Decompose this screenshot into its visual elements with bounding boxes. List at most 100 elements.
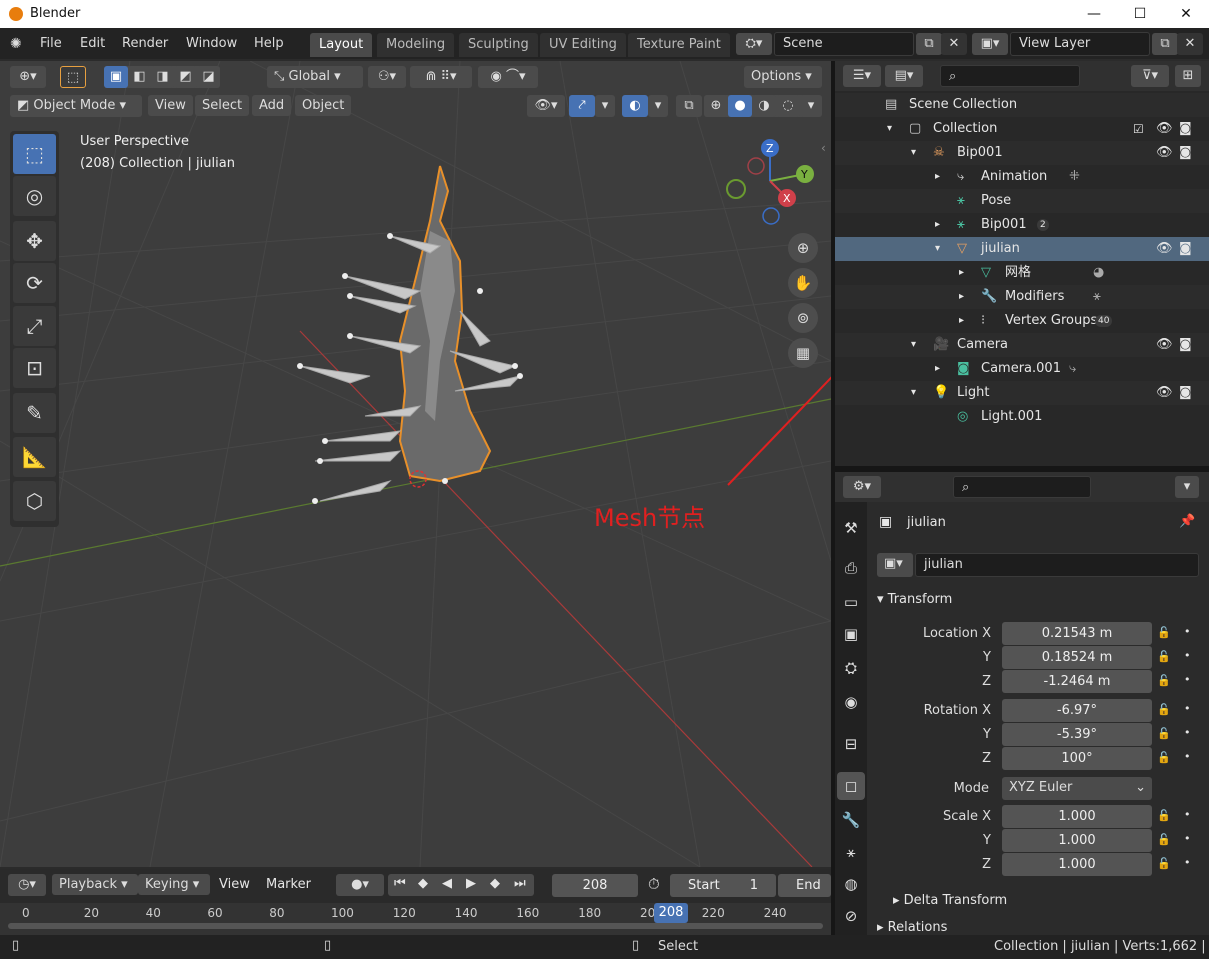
- outliner-row[interactable]: ▸ ⤷ Animation ⁜: [835, 165, 1209, 189]
- properties-search-input[interactable]: ⌕: [953, 476, 1091, 498]
- move-tool-icon[interactable]: ✥: [13, 221, 56, 261]
- rotation-field[interactable]: -5.39°: [1002, 723, 1152, 746]
- object-tab-icon[interactable]: ◻: [837, 772, 865, 800]
- measure-tool-icon[interactable]: 📐: [13, 437, 56, 477]
- menu-select[interactable]: Select: [195, 95, 250, 116]
- scene-name-field[interactable]: Scene: [774, 32, 914, 56]
- lock-icon[interactable]: 🔓: [1157, 674, 1171, 688]
- outliner-row[interactable]: ▸ ◙ Camera.001 ⤷: [835, 357, 1209, 381]
- keyframe-dot-icon[interactable]: •: [1184, 832, 1191, 845]
- jump-start-icon[interactable]: ⏮: [394, 876, 406, 891]
- outliner-row[interactable]: ▾ ▽ jiulian 👁 ◙: [835, 237, 1209, 261]
- timeline-scrollbar[interactable]: [8, 923, 823, 929]
- outliner-row[interactable]: ▾ ▢ Collection ☑ 👁 ◙: [835, 117, 1209, 141]
- lock-icon[interactable]: 🔓: [1157, 857, 1171, 871]
- expand-arrow-icon[interactable]: ▾: [935, 237, 940, 261]
- play-reverse-icon[interactable]: ◀: [442, 876, 452, 891]
- child-data-icon[interactable]: ⚹: [1093, 285, 1101, 309]
- select-box-tool-icon[interactable]: ⬚: [60, 66, 86, 88]
- view-layer-tab-icon[interactable]: ▣: [837, 620, 865, 648]
- object-browse-icon[interactable]: ▣▾: [877, 553, 913, 577]
- wireframe-shading-icon[interactable]: ⊕: [704, 95, 728, 117]
- tab-modeling[interactable]: Modeling: [377, 33, 455, 57]
- eye-icon[interactable]: 👁: [1156, 117, 1173, 141]
- timeline-editor-type-icon[interactable]: ◷▾: [8, 874, 46, 896]
- scene-tab-icon[interactable]: ⛭: [837, 654, 865, 682]
- select-extend-icon[interactable]: ◧: [128, 66, 151, 88]
- menu-timeline-view[interactable]: View: [219, 877, 250, 892]
- rotate-tool-icon[interactable]: ⟳: [13, 263, 56, 303]
- menu-help[interactable]: Help: [254, 36, 284, 51]
- eye-icon[interactable]: 👁: [1156, 141, 1173, 165]
- lock-icon[interactable]: 🔓: [1157, 650, 1171, 664]
- stopwatch-icon[interactable]: ⏱: [648, 875, 660, 893]
- 3d-viewport[interactable]: User Perspective (208) Collection | jiul…: [0, 61, 831, 867]
- menu-keying[interactable]: Keying ▾: [138, 874, 210, 895]
- lock-icon[interactable]: 🔓: [1157, 751, 1171, 765]
- new-scene-icon[interactable]: ⧉: [916, 33, 942, 55]
- expand-arrow-icon[interactable]: ▾: [911, 381, 916, 405]
- tab-layout[interactable]: Layout: [310, 33, 373, 57]
- collapse-arrow-icon[interactable]: ▸: [959, 261, 964, 285]
- rotation-field[interactable]: -6.97°: [1002, 699, 1152, 722]
- gizmo-dropdown-icon[interactable]: ▾: [595, 95, 615, 117]
- collapse-arrow-icon[interactable]: ▸: [935, 357, 940, 381]
- collapse-arrow-icon[interactable]: ▸: [935, 213, 940, 237]
- transform-panel-header[interactable]: ▾ Transform: [877, 592, 1209, 612]
- maximize-button[interactable]: ☐: [1117, 0, 1163, 28]
- exclude-checkbox[interactable]: ☑: [1133, 117, 1144, 141]
- xray-toggle-icon[interactable]: ⧉: [676, 95, 702, 117]
- zoom-icon[interactable]: ⊕: [788, 233, 818, 263]
- prev-keyframe-icon[interactable]: ◆: [418, 876, 428, 891]
- properties-options-icon[interactable]: ▾: [1175, 476, 1199, 498]
- tool-tab-icon[interactable]: ⚒: [837, 514, 865, 542]
- keyframe-dot-icon[interactable]: •: [1184, 808, 1191, 821]
- filter-icon[interactable]: ⊽▾: [1131, 65, 1169, 87]
- annotate-tool-icon[interactable]: ✎: [13, 393, 56, 433]
- keyframe-dot-icon[interactable]: •: [1184, 673, 1191, 686]
- location-field[interactable]: -1.2464 m: [1002, 670, 1152, 693]
- menu-object[interactable]: Object: [295, 95, 352, 116]
- mode-dropdown[interactable]: ◩ Object Mode ▾: [10, 95, 142, 117]
- rotation-field[interactable]: 100°: [1002, 747, 1152, 770]
- material-shading-icon[interactable]: ◑: [752, 95, 776, 117]
- display-mode-icon[interactable]: ▤▾: [885, 65, 923, 87]
- camera-render-icon[interactable]: ◙: [1179, 381, 1192, 405]
- particles-tab-icon[interactable]: ⚹: [837, 838, 865, 866]
- overlay-toggle-icon[interactable]: ◐: [622, 95, 648, 117]
- outliner-row[interactable]: ▸ ▽ 网格 ◕: [835, 261, 1209, 285]
- menu-add[interactable]: Add: [252, 95, 292, 116]
- collapse-arrow-icon[interactable]: ▸: [935, 165, 940, 189]
- outliner-row[interactable]: ▾ 💡 Light 👁 ◙: [835, 381, 1209, 405]
- minimize-button[interactable]: —: [1071, 0, 1117, 28]
- object-name-field[interactable]: jiulian: [915, 553, 1199, 577]
- relations-panel[interactable]: ▸ Relations: [877, 920, 947, 935]
- child-data-icon[interactable]: ⤷: [1069, 357, 1076, 381]
- cursor-tool-icon[interactable]: ◎: [13, 176, 56, 216]
- outliner-row[interactable]: ▾ 🎥 Camera 👁 ◙: [835, 333, 1209, 357]
- rotation-mode-dropdown[interactable]: XYZ Euler ⌄: [1002, 777, 1152, 800]
- output-tab-icon[interactable]: ▭: [837, 588, 865, 616]
- camera-render-icon[interactable]: ◙: [1179, 237, 1192, 261]
- child-data-icon[interactable]: ⁜: [1069, 165, 1080, 189]
- options-dropdown[interactable]: Options ▾: [744, 66, 822, 88]
- close-button[interactable]: ✕: [1163, 0, 1209, 28]
- select-tool-icon[interactable]: ⬚: [13, 134, 56, 174]
- rendered-shading-icon[interactable]: ◌: [776, 95, 800, 117]
- new-collection-icon[interactable]: ⊞: [1175, 65, 1201, 87]
- modifier-tab-icon[interactable]: 🔧: [837, 806, 865, 834]
- scale-field[interactable]: 1.000: [1002, 829, 1152, 852]
- keyframe-dot-icon[interactable]: •: [1184, 625, 1191, 638]
- eye-icon[interactable]: 👁: [1156, 381, 1173, 405]
- scene-selector-icon[interactable]: ⛭▾: [736, 33, 772, 55]
- jump-end-icon[interactable]: ⏭: [514, 876, 526, 891]
- navigation-gizmo[interactable]: Z Y X: [720, 136, 820, 226]
- outliner-row[interactable]: ▤ Scene Collection: [835, 93, 1209, 117]
- render-tab-icon[interactable]: ⎙: [837, 554, 865, 582]
- lock-icon[interactable]: 🔓: [1157, 809, 1171, 823]
- pivot-point-icon[interactable]: ⚇▾: [368, 66, 406, 88]
- keyframe-dot-icon[interactable]: •: [1184, 649, 1191, 662]
- menu-window[interactable]: Window: [186, 36, 237, 51]
- lock-icon[interactable]: 🔓: [1157, 703, 1171, 717]
- tab-texture-paint[interactable]: Texture Paint: [628, 33, 730, 57]
